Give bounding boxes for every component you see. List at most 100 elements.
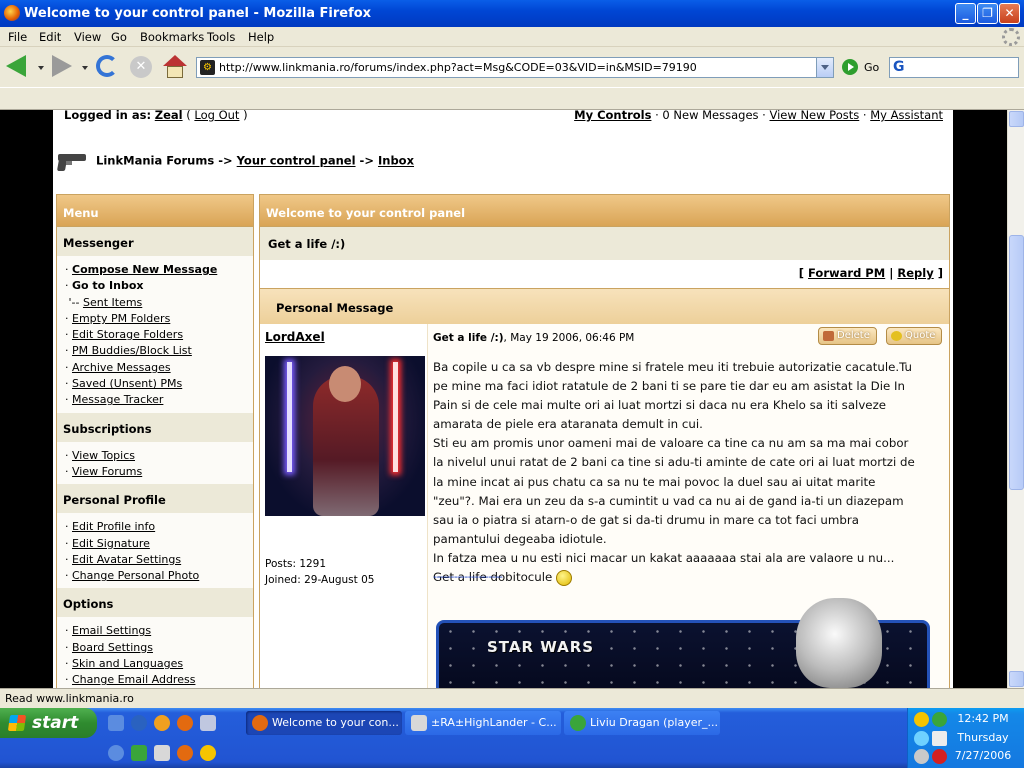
my-controls-link[interactable]: My Controls: [574, 110, 651, 122]
url-bar[interactable]: ⚙: [196, 57, 834, 78]
quicklaunch-media-icon[interactable]: [131, 715, 147, 731]
go-arrow-icon[interactable]: [842, 59, 858, 75]
page-viewport: Logged in as: Zeal ( Log Out ) My Contro…: [0, 110, 1007, 688]
window-title-bar[interactable]: Welcome to your control panel - Mozilla …: [0, 0, 1024, 27]
stop-icon[interactable]: ✕: [130, 56, 152, 78]
user-bar: Logged in as: Zeal ( Log Out ) My Contro…: [64, 110, 943, 122]
scroll-thumb[interactable]: [1009, 235, 1024, 490]
quicklaunch-messenger-icon[interactable]: [200, 745, 216, 761]
menu-view[interactable]: View: [74, 30, 101, 44]
menu-item-tracker[interactable]: · Message Tracker: [57, 392, 253, 408]
minimize-button[interactable]: _: [955, 3, 976, 24]
forward-pm-link[interactable]: Forward PM: [808, 266, 885, 280]
task-firefox[interactable]: Welcome to your con...: [246, 711, 402, 735]
menu-item-email-settings[interactable]: · Email Settings: [57, 623, 253, 639]
back-arrow-icon[interactable]: [6, 55, 26, 77]
subscriptions-section-title: Subscriptions: [57, 412, 253, 442]
tray-security-icon[interactable]: [932, 749, 947, 764]
close-button[interactable]: ✕: [999, 3, 1020, 24]
forward-dropdown-icon[interactable]: [82, 66, 88, 70]
my-assistant-link[interactable]: My Assistant: [870, 110, 943, 122]
tray-drive-icon[interactable]: [914, 749, 929, 764]
messenger-section-title: Messenger: [57, 227, 253, 256]
quicklaunch-app-icon[interactable]: [200, 715, 216, 731]
quicklaunch-game-icon[interactable]: [154, 745, 170, 761]
menu-item-skin-languages[interactable]: · Skin and Languages: [57, 656, 253, 672]
quicklaunch-network-icon[interactable]: [131, 745, 147, 761]
quicklaunch-search-icon[interactable]: [108, 745, 124, 761]
breadcrumb-inbox[interactable]: Inbox: [378, 154, 414, 168]
menu-item-archive[interactable]: · Archive Messages: [57, 360, 253, 376]
vertical-scrollbar[interactable]: [1007, 110, 1024, 688]
logged-in-label: Logged in as:: [64, 110, 152, 122]
menu-item-sent[interactable]: '-- Sent Items: [57, 295, 253, 311]
author-stats: Posts: 1291 Joined: 29-August 05: [265, 556, 374, 588]
menu-item-storage-folders[interactable]: · Edit Storage Folders: [57, 327, 253, 343]
logout-link[interactable]: Log Out: [194, 110, 239, 122]
menu-go[interactable]: Go: [111, 30, 127, 44]
tray-messenger-icon[interactable]: [914, 712, 929, 727]
search-box[interactable]: G: [889, 57, 1019, 78]
go-button-label[interactable]: Go: [864, 61, 879, 74]
menu-item-inbox[interactable]: · Go to Inbox: [57, 278, 253, 294]
menu-item-view-forums[interactable]: · View Forums: [57, 464, 253, 480]
url-history-dropdown[interactable]: [816, 58, 833, 77]
signature-separator: --------------------: [433, 570, 503, 583]
post-header: Get a life /:), May 19 2006, 06:46 PM: [433, 332, 634, 344]
back-dropdown-icon[interactable]: [38, 66, 44, 70]
url-input[interactable]: [219, 60, 809, 75]
task-highlander[interactable]: ±RA±HighLander - C...: [405, 711, 561, 735]
quote-button[interactable]: Quote: [886, 327, 943, 345]
control-panel-menu: Menu Messenger · Compose New Message · G…: [56, 194, 254, 688]
scroll-up-icon[interactable]: [1009, 111, 1024, 127]
author-post-count: Posts: 1291: [265, 558, 327, 570]
menu-item-personal-photo[interactable]: · Change Personal Photo: [57, 568, 253, 584]
tray-volume-icon[interactable]: [914, 731, 929, 746]
menu-item-saved[interactable]: · Saved (Unsent) PMs: [57, 376, 253, 392]
menu-edit[interactable]: Edit: [39, 30, 61, 44]
tray-app-icon[interactable]: [932, 731, 947, 746]
skull-image: [796, 598, 882, 688]
start-button[interactable]: start: [0, 708, 97, 738]
menu-bookmarks[interactable]: Bookmarks: [140, 30, 204, 44]
forum-page: Logged in as: Zeal ( Log Out ) My Contro…: [53, 110, 953, 688]
pistol-icon: [56, 150, 88, 172]
scroll-down-icon[interactable]: [1009, 671, 1024, 687]
quicklaunch-firefox-icon[interactable]: [177, 715, 193, 731]
quicklaunch-firefox2-icon[interactable]: [177, 745, 193, 761]
status-bar: Read www.linkmania.ro: [0, 688, 1024, 708]
menu-item-empty-folders[interactable]: · Empty PM Folders: [57, 311, 253, 327]
post-panel: Get a life /:), May 19 2006, 06:46 PM De…: [427, 324, 949, 688]
quicklaunch-browser-icon[interactable]: [154, 715, 170, 731]
menu-item-avatar-settings[interactable]: · Edit Avatar Settings: [57, 552, 253, 568]
author-link[interactable]: LordAxel: [265, 330, 325, 344]
forward-arrow-icon[interactable]: [52, 55, 72, 77]
menu-help[interactable]: Help: [248, 30, 274, 44]
breadcrumb-root[interactable]: LinkMania Forums: [96, 154, 214, 168]
maximize-button[interactable]: ❐: [977, 3, 998, 24]
menu-item-edit-signature[interactable]: · Edit Signature: [57, 536, 253, 552]
clock-time[interactable]: 12:42 PM: [948, 712, 1018, 725]
quicklaunch-ie-icon[interactable]: [108, 715, 124, 731]
menu-item-compose[interactable]: · Compose New Message: [57, 262, 253, 278]
menu-item-edit-profile[interactable]: · Edit Profile info: [57, 519, 253, 535]
reload-icon[interactable]: [96, 55, 118, 77]
reply-link[interactable]: Reply: [897, 266, 933, 280]
breadcrumb-control-panel[interactable]: Your control panel: [237, 154, 356, 168]
username-link[interactable]: Zeal: [155, 110, 183, 122]
tray-network-icon[interactable]: [932, 712, 947, 727]
profile-section-title: Personal Profile: [57, 484, 253, 514]
menu-tools[interactable]: Tools: [207, 30, 235, 44]
author-avatar: [265, 356, 425, 516]
delete-button[interactable]: Delete: [818, 327, 877, 345]
home-icon[interactable]: [163, 55, 187, 79]
menu-item-change-email[interactable]: · Change Email Address: [57, 672, 253, 688]
menu-file[interactable]: File: [8, 30, 27, 44]
menu-item-board-settings[interactable]: · Board Settings: [57, 640, 253, 656]
task-liviu-dragan[interactable]: Liviu Dragan (player_...: [564, 711, 720, 735]
menu-item-view-topics[interactable]: · View Topics: [57, 448, 253, 464]
clock-day: Thursday: [957, 731, 1009, 744]
google-search-icon[interactable]: G: [893, 59, 905, 75]
view-new-posts-link[interactable]: View New Posts: [770, 110, 860, 122]
menu-item-buddies[interactable]: · PM Buddies/Block List: [57, 343, 253, 359]
